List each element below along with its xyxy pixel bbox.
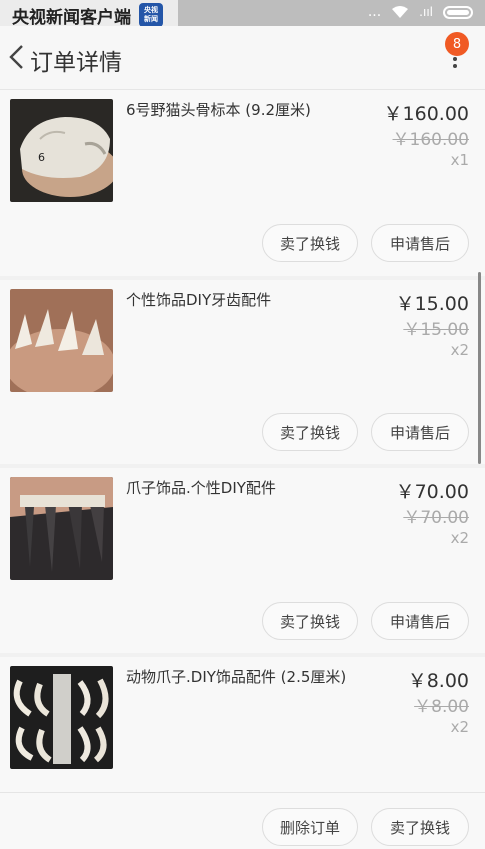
item-quantity: x2 [450,718,469,736]
order-actions-footer: 删除订单 卖了换钱 [0,792,485,849]
sell-button[interactable]: 卖了换钱 [371,808,469,846]
product-image-skull[interactable]: 6 [10,99,113,202]
chevron-left-icon [9,45,23,69]
item-quantity: x2 [450,341,469,359]
notification-badge: 8 [445,32,469,56]
delete-order-button[interactable]: 删除订单 [262,808,358,846]
product-image-animal-claws[interactable] [10,666,113,769]
item-price: ￥8.00 [407,670,469,692]
item-price: ￥160.00 [383,103,469,125]
item-original-price: ￥8.00 [414,697,469,717]
item-title[interactable]: 动物爪子.DIY饰品配件 (2.5厘米) [126,666,346,687]
item-title[interactable]: 爪子饰品.个性DIY配件 [126,477,276,498]
order-item: 动物爪子.DIY饰品配件 (2.5厘米) ￥8.00 ￥8.00 x2 [0,657,485,792]
nav-bar: 订单详情 8 [0,26,485,90]
watermark-text: 央视新闻客户端 [12,7,131,28]
item-original-price: ￥70.00 [403,508,469,528]
sell-button[interactable]: 卖了换钱 [262,413,358,451]
battery-icon [443,5,473,19]
sell-button[interactable]: 卖了换钱 [262,602,358,640]
more-dot [453,64,457,68]
item-title[interactable]: 6号野猫头骨标本 (9.2厘米) [126,99,311,120]
after-sales-button[interactable]: 申请售后 [371,602,469,640]
sell-button[interactable]: 卖了换钱 [262,224,358,262]
after-sales-button[interactable]: 申请售后 [371,224,469,262]
wifi-icon [392,6,409,18]
svg-text:6: 6 [38,151,45,164]
after-sales-button[interactable]: 申请售后 [371,413,469,451]
product-image-teeth[interactable] [10,289,113,392]
order-item: 爪子饰品.个性DIY配件 ￥70.00 ￥70.00 x2 卖了换钱 申请售后 [0,468,485,653]
item-original-price: ￥15.00 [403,320,469,340]
order-item: 个性饰品DIY牙齿配件 ￥15.00 ￥15.00 x2 卖了换钱 申请售后 [0,280,485,464]
page-title: 订单详情 [30,50,122,76]
order-item: 6 6号野猫头骨标本 (9.2厘米) ￥160.00 ￥160.00 x1 卖了… [0,90,485,276]
signal-icon: .ııl [419,5,433,19]
notification-dots: ... [367,4,382,20]
item-title[interactable]: 个性饰品DIY牙齿配件 [126,289,271,310]
cctv-logo-icon: 央视 新闻 [139,3,163,27]
back-button[interactable] [4,40,30,74]
status-icons: ... .ııl [368,4,473,20]
more-dot [453,57,457,61]
product-image-claws[interactable] [10,477,113,580]
item-quantity: x2 [450,529,469,547]
item-original-price: ￥160.00 [392,130,469,150]
item-price: ￥70.00 [395,481,469,503]
scrollbar[interactable] [478,272,481,464]
item-quantity: x1 [450,151,469,169]
item-price: ￥15.00 [395,293,469,315]
